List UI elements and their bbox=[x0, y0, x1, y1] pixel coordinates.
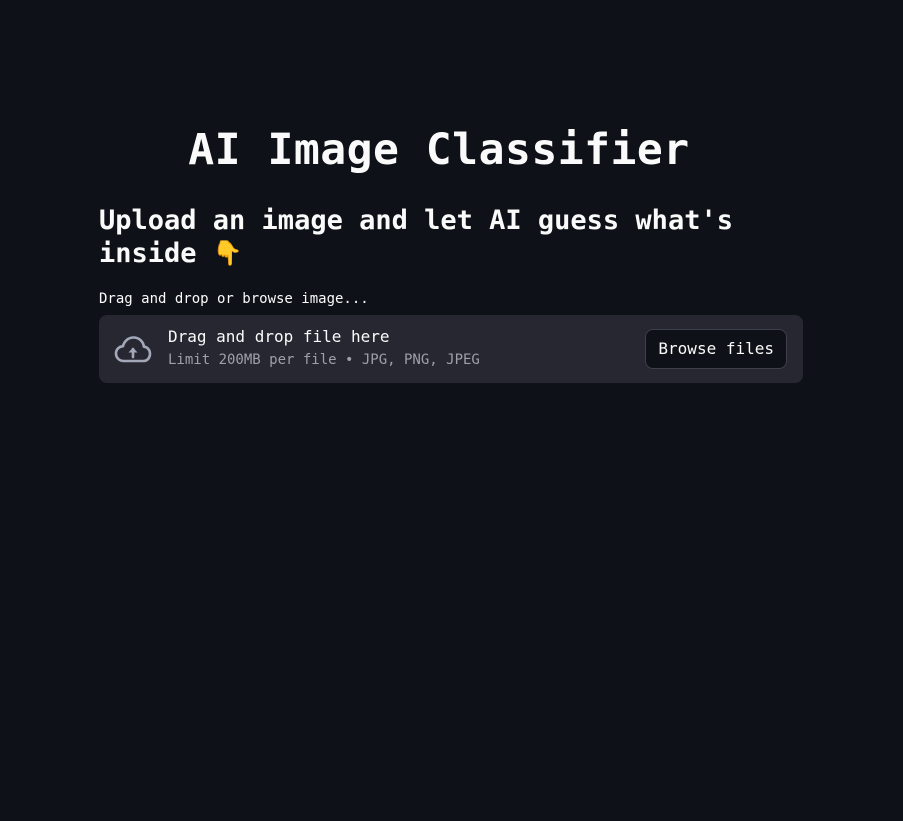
app-main: AI Image Classifier Upload an image and … bbox=[0, 0, 903, 821]
page-subtitle: Upload an image and let AI guess what's … bbox=[99, 204, 803, 270]
dropzone-file-limit: Limit 200MB per file • JPG, PNG, JPEG bbox=[168, 352, 480, 368]
browse-files-button[interactable]: Browse files bbox=[645, 329, 787, 369]
dropzone-instructions: Drag and drop file here Limit 200MB per … bbox=[168, 327, 480, 369]
subtitle-text: Upload an image and let AI guess what's … bbox=[99, 205, 733, 269]
cloud-upload-icon bbox=[113, 332, 153, 366]
file-uploader-label: Drag and drop or browse image... bbox=[99, 291, 369, 307]
page-title: AI Image Classifier bbox=[188, 125, 690, 175]
pointing-down-emoji: 👇 bbox=[212, 239, 243, 267]
file-dropzone[interactable]: Drag and drop file here Limit 200MB per … bbox=[99, 315, 803, 383]
dropzone-title: Drag and drop file here bbox=[168, 327, 390, 346]
